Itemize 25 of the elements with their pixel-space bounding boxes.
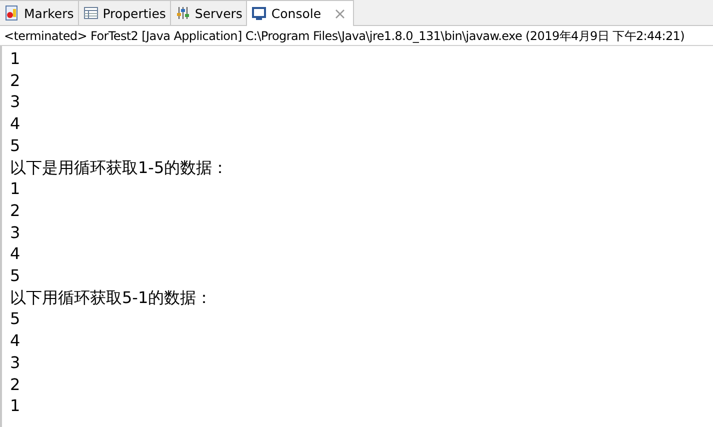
- console-line: 3: [10, 222, 22, 244]
- console-line: 5: [10, 308, 22, 330]
- console-line: 5: [10, 134, 22, 157]
- console-line: 1: [10, 178, 22, 200]
- monitor-icon: [251, 6, 268, 22]
- console-line: 5: [10, 265, 22, 287]
- view-tab[interactable]: Markers: [0, 0, 79, 25]
- markers-icon: [4, 5, 20, 21]
- console-line: 2: [10, 70, 22, 92]
- close-icon[interactable]: [335, 8, 346, 18]
- view-tab[interactable]: Properties: [78, 0, 171, 25]
- table-icon: [82, 5, 99, 21]
- console-line: 3: [10, 352, 22, 374]
- console-line: 4: [10, 113, 22, 135]
- console-line: 以下是用循环获取1-5的数据：: [10, 156, 230, 178]
- console-line: 1: [10, 395, 22, 417]
- console-line: 2: [10, 374, 22, 396]
- console-line: 以下用循环获取5-1的数据：: [10, 286, 214, 308]
- view-tab[interactable]: Console: [247, 0, 354, 26]
- console-line: 3: [10, 91, 22, 114]
- sliders-icon: [174, 5, 191, 21]
- console-line: 1: [10, 48, 22, 70]
- console-line: 2: [10, 200, 22, 222]
- console-line: 4: [10, 330, 22, 352]
- console-line: 4: [10, 243, 22, 266]
